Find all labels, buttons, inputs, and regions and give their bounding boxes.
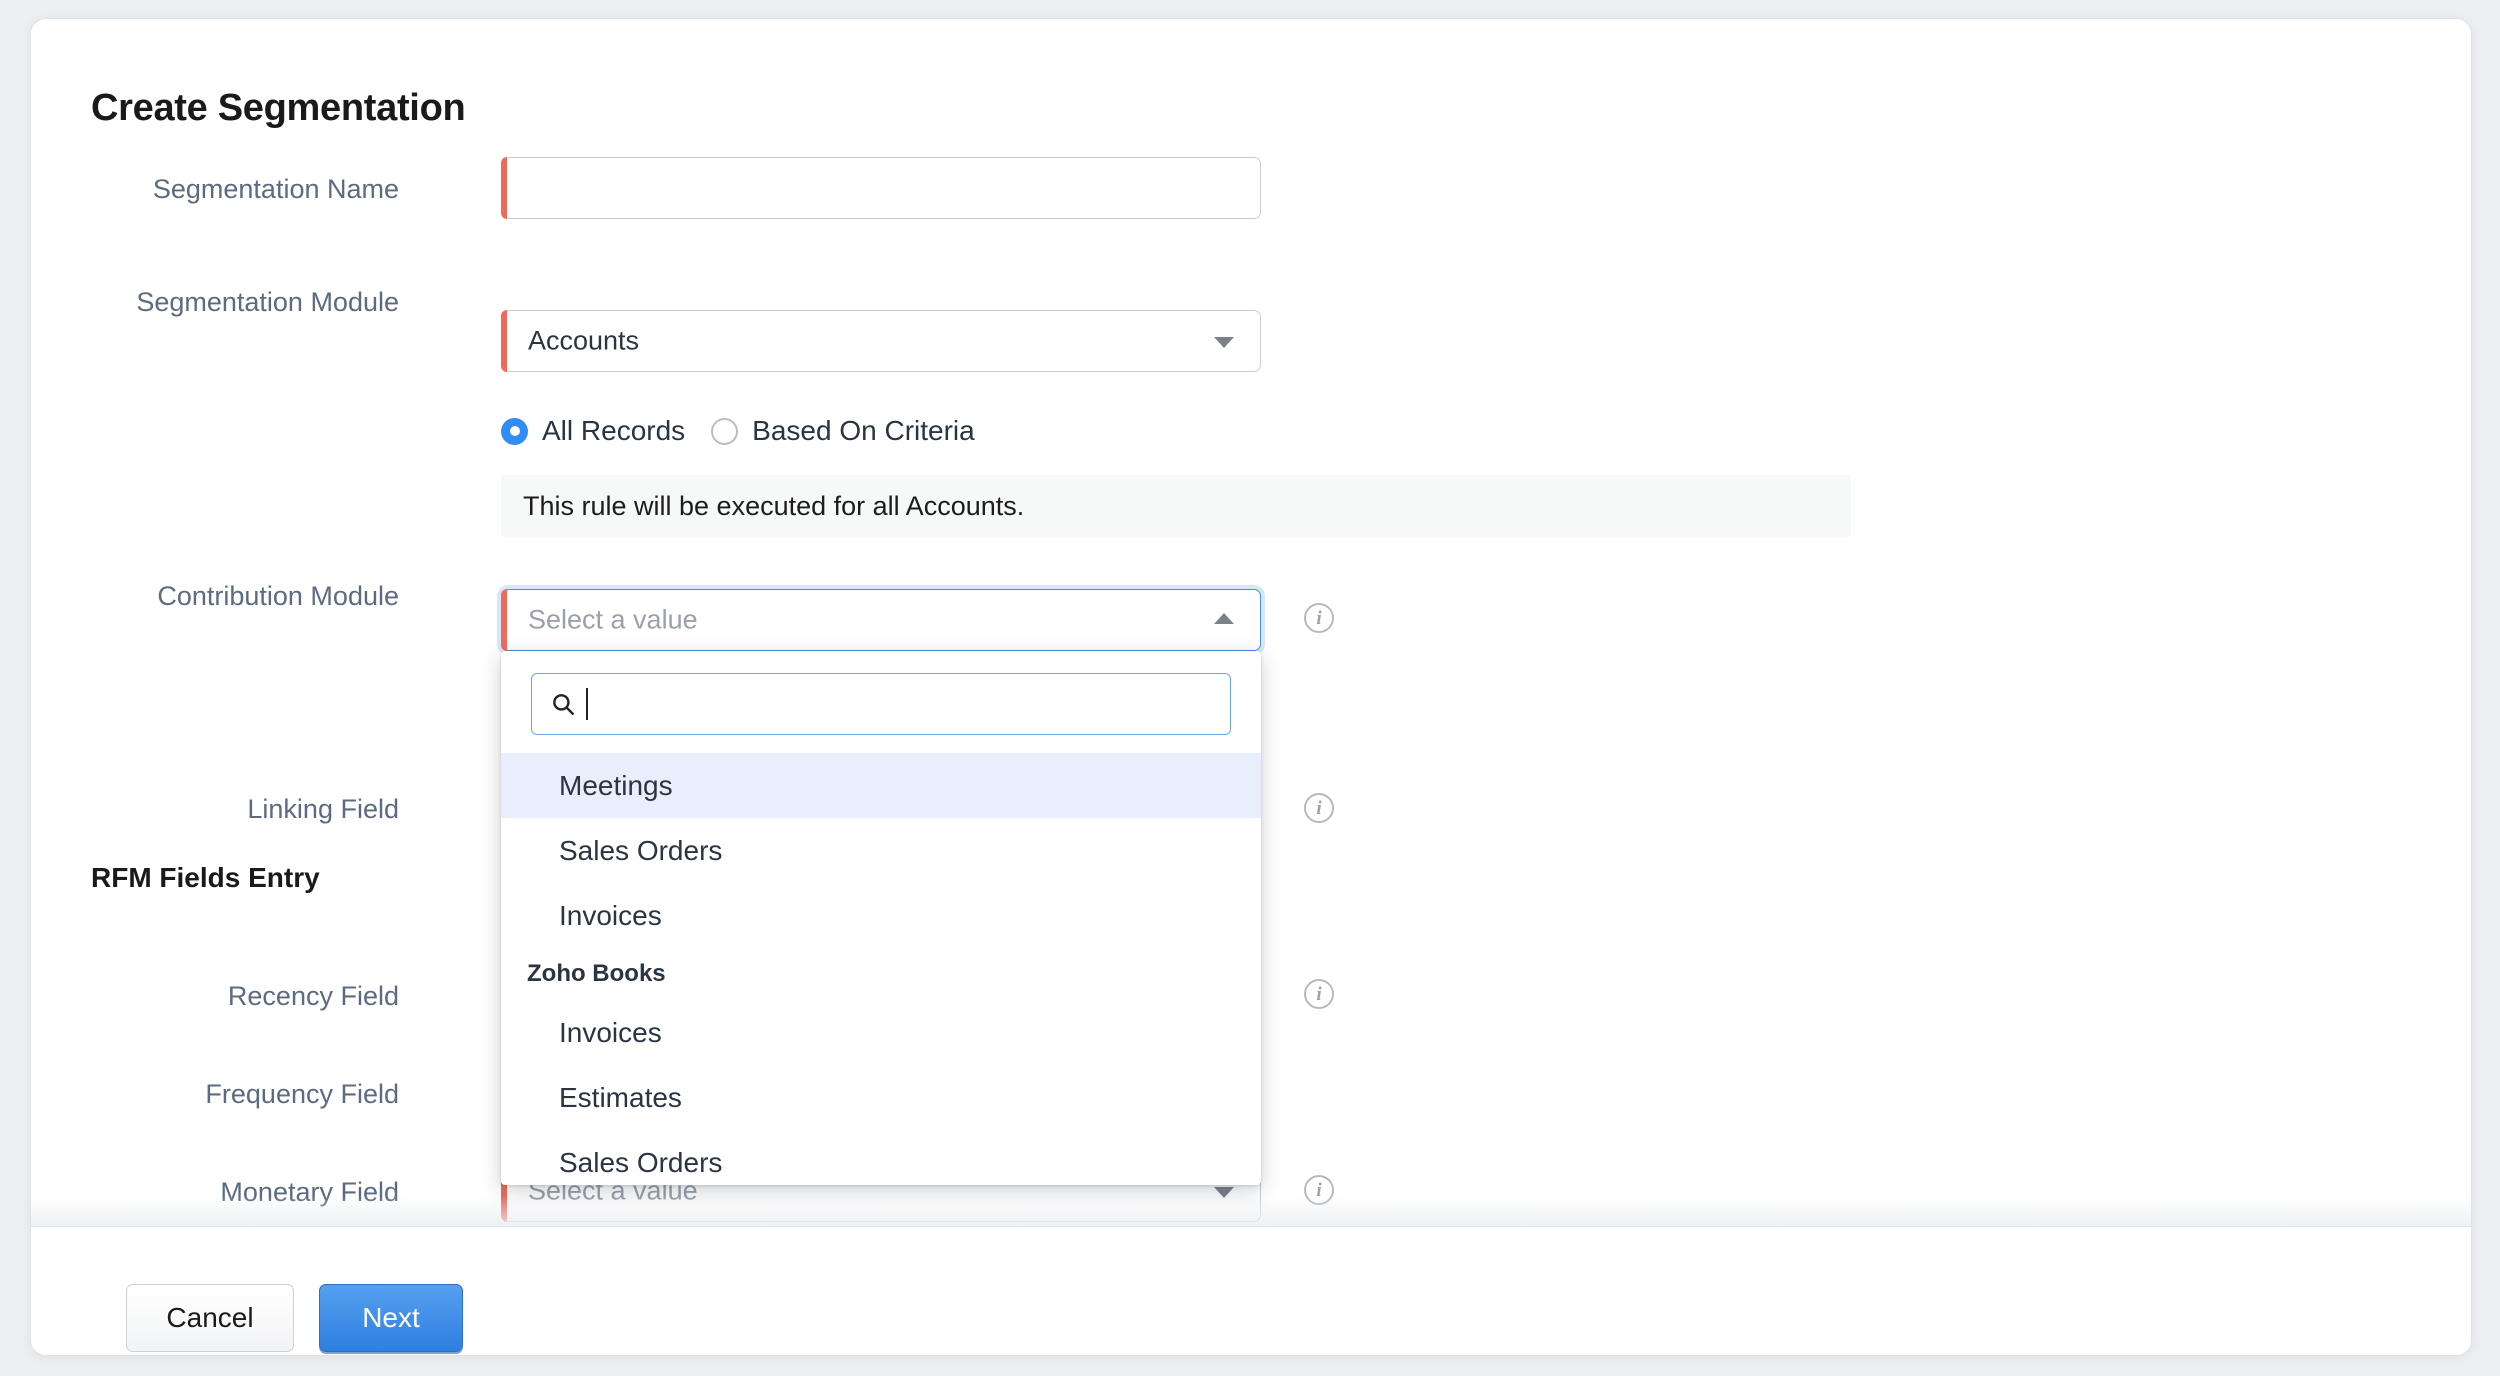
radio-based-on-criteria-icon[interactable] <box>711 417 739 445</box>
dropdown-option-label: Estimates <box>559 1081 682 1113</box>
radio-option-all-records[interactable]: All Records <box>501 415 685 447</box>
dropdown-option[interactable]: Sales Orders <box>501 1130 1261 1185</box>
dropdown-option-label: Sales Orders <box>559 1146 723 1178</box>
contribution-module-label: Contribution Module <box>157 581 399 611</box>
dropdown-option-label: Meetings <box>559 769 673 801</box>
chevron-down-icon <box>1214 337 1234 348</box>
chevron-down-icon <box>1214 1187 1234 1198</box>
monetary-field-info-icon[interactable]: i <box>1304 1175 1334 1205</box>
chevron-up-icon <box>1214 613 1234 624</box>
dialog-footer: Cancel Next <box>31 1227 2471 1355</box>
recency-field-info-icon[interactable]: i <box>1304 979 1334 1009</box>
recency-field-label: Recency Field <box>227 981 399 1011</box>
segmentation-module-label: Segmentation Module <box>136 287 399 317</box>
contribution-module-placeholder: Select a value <box>528 604 698 635</box>
segmentation-module-select[interactable]: Accounts <box>501 310 1261 372</box>
dropdown-search-input[interactable] <box>531 673 1231 735</box>
frequency-field-label: Frequency Field <box>205 1079 399 1109</box>
dropdown-option[interactable]: Invoices <box>501 883 1261 948</box>
radio-all-records-icon[interactable] <box>501 417 528 445</box>
contribution-module-select[interactable]: Select a value <box>501 589 1261 651</box>
dropdown-option[interactable]: Invoices <box>501 1000 1261 1065</box>
contribution-module-info-icon[interactable]: i <box>1304 603 1334 633</box>
next-button[interactable]: Next <box>319 1284 463 1352</box>
linking-field-label: Linking Field <box>247 794 399 824</box>
search-icon <box>550 691 576 717</box>
dropdown-option-list: Meetings Sales Orders Invoices Zoho Book… <box>501 753 1261 1185</box>
dropdown-group-label: Zoho Books <box>527 960 666 987</box>
dropdown-option[interactable]: Estimates <box>501 1065 1261 1130</box>
radio-all-records-label: All Records <box>542 415 686 446</box>
record-scope-radio-group: All Records Based On Criteria <box>501 415 975 447</box>
dropdown-option-label: Invoices <box>559 1016 662 1048</box>
segmentation-name-label: Segmentation Name <box>152 174 399 204</box>
contribution-module-dropdown: Meetings Sales Orders Invoices Zoho Book… <box>501 651 1261 1185</box>
segmentation-module-value: Accounts <box>528 325 640 356</box>
dropdown-option[interactable]: Meetings <box>501 753 1261 818</box>
monetary-field-label: Monetary Field <box>220 1177 399 1207</box>
dropdown-option[interactable]: Sales Orders <box>501 818 1261 883</box>
linking-field-info-icon[interactable]: i <box>1304 793 1334 823</box>
dropdown-group-header: Zoho Books <box>501 948 1261 1000</box>
radio-based-on-criteria-label: Based On Criteria <box>752 415 975 446</box>
rule-info-banner: This rule will be executed for all Accou… <box>501 475 1851 537</box>
dialog-body: Create Segmentation Segmentation Name Se… <box>31 19 2471 1226</box>
dropdown-option-label: Sales Orders <box>559 834 723 866</box>
dropdown-option-label: Invoices <box>559 899 662 931</box>
text-cursor <box>586 688 588 720</box>
rfm-fields-entry-heading: RFM Fields Entry <box>91 862 320 893</box>
create-segmentation-dialog: Create Segmentation Segmentation Name Se… <box>30 18 2472 1356</box>
segmentation-name-input[interactable] <box>501 157 1261 219</box>
cancel-button[interactable]: Cancel <box>126 1284 294 1352</box>
rule-info-banner-text: This rule will be executed for all Accou… <box>523 490 1025 521</box>
page-title: Create Segmentation <box>91 87 466 129</box>
radio-option-based-on-criteria[interactable]: Based On Criteria <box>711 415 975 447</box>
dropdown-search-wrap <box>501 651 1261 753</box>
